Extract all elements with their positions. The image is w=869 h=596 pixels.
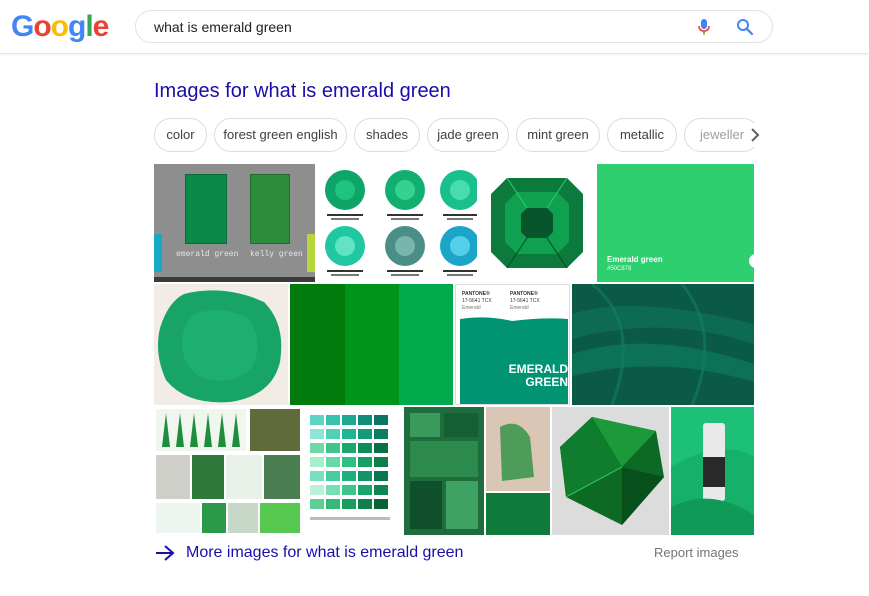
color-chart-graphic	[310, 415, 390, 520]
swatch-code: #50C878	[607, 266, 632, 272]
paint-tube-graphic	[671, 407, 754, 535]
pantone-name-a: Emerald	[462, 305, 481, 311]
image-tile-emerald-vs-kelly[interactable]: emerald green kelly green	[154, 164, 315, 282]
pantone-brand-b: PANTONE®	[510, 291, 538, 297]
image-tile-paint-blot[interactable]	[154, 284, 288, 405]
label-kelly: kelly green	[250, 250, 303, 259]
search-box	[135, 10, 773, 43]
pantone-brand-a: PANTONE®	[462, 291, 490, 297]
magnifier-icon[interactable]	[736, 18, 754, 36]
header-bar: Google	[0, 0, 869, 54]
chip-color[interactable]: color	[154, 118, 207, 152]
logo-letter: e	[92, 10, 110, 43]
pantone-swatch-graphic	[460, 317, 568, 404]
search-input[interactable]	[154, 11, 674, 42]
label-emerald: emerald green	[176, 250, 239, 259]
chip-metallic[interactable]: metallic	[607, 118, 677, 152]
emerald-swatch	[185, 174, 227, 244]
swatch-labels: emerald green kelly green	[154, 244, 315, 259]
images-heading[interactable]: Images for what is emerald green	[154, 79, 451, 103]
stripe-dark	[290, 284, 345, 405]
microphone-icon[interactable]	[696, 18, 712, 36]
paint-blot-graphic	[158, 290, 282, 403]
chip-jade-green[interactable]: jade green	[427, 118, 509, 152]
image-tile-feathers[interactable]	[572, 284, 754, 405]
chip-row: color forest green english shades jade g…	[154, 118, 754, 154]
chip-shades[interactable]: shades	[354, 118, 420, 152]
swatch-edge-dot	[749, 254, 754, 268]
image-tile-gemstone[interactable]	[552, 407, 669, 535]
arrow-right-icon	[156, 545, 175, 561]
edge-swatch-lime	[307, 234, 315, 272]
gemstone-graphic	[560, 417, 664, 525]
image-tile-color-chart[interactable]	[304, 407, 402, 535]
chip-jeweller[interactable]: jeweller	[684, 118, 754, 152]
edge-swatch-blue	[154, 234, 162, 272]
stripe-mid	[345, 284, 399, 405]
collage-graphic	[156, 409, 300, 533]
swatch-title: Emerald green	[607, 255, 663, 264]
pantone-code-b: 17-5641 TCX	[510, 298, 540, 304]
image-tile-moodboard[interactable]	[404, 407, 550, 535]
tile-bottom-strip	[154, 277, 315, 282]
image-tile-green-stripes[interactable]	[290, 284, 453, 405]
chip-mint-green[interactable]: mint green	[516, 118, 600, 152]
overlay-line-2: GREEN	[525, 375, 568, 389]
kelly-swatch	[250, 174, 290, 244]
chip-forest-green-english[interactable]: forest green english	[214, 118, 347, 152]
image-tile-pantone[interactable]: PANTONE® 17-5641 TCX Emerald PANTONE® 17…	[455, 284, 570, 405]
more-images-text[interactable]: More images for what is emerald green	[186, 542, 463, 564]
stripe-light	[399, 284, 453, 405]
logo-letter: g	[68, 10, 86, 43]
cut-emerald-graphic	[491, 177, 583, 269]
pantone-overlay: EMERALD GREEN	[508, 363, 568, 389]
logo-letter: o	[33, 10, 51, 43]
image-tile-paint-tube[interactable]	[671, 407, 754, 535]
moodboard-graphic	[404, 407, 550, 535]
image-tile-collage[interactable]	[154, 407, 302, 535]
feathers-graphic	[572, 284, 754, 405]
logo-letter: G	[11, 10, 34, 43]
report-images-link[interactable]: Report images	[654, 545, 739, 561]
logo-letter: l	[85, 10, 93, 43]
gem-grid-graphic	[325, 170, 477, 276]
image-tile-gem-grid[interactable]	[317, 164, 477, 282]
google-logo[interactable]: Google	[11, 10, 110, 44]
chevron-right-icon[interactable]	[746, 126, 764, 144]
pantone-code-a: 17-5641 TCX	[462, 298, 492, 304]
pantone-name-b: Emerald	[510, 305, 529, 311]
logo-letter: o	[50, 10, 69, 43]
image-tile-emerald-swatch[interactable]: Emerald green #50C878	[597, 164, 754, 282]
image-tile-cut-emerald[interactable]	[479, 164, 595, 282]
